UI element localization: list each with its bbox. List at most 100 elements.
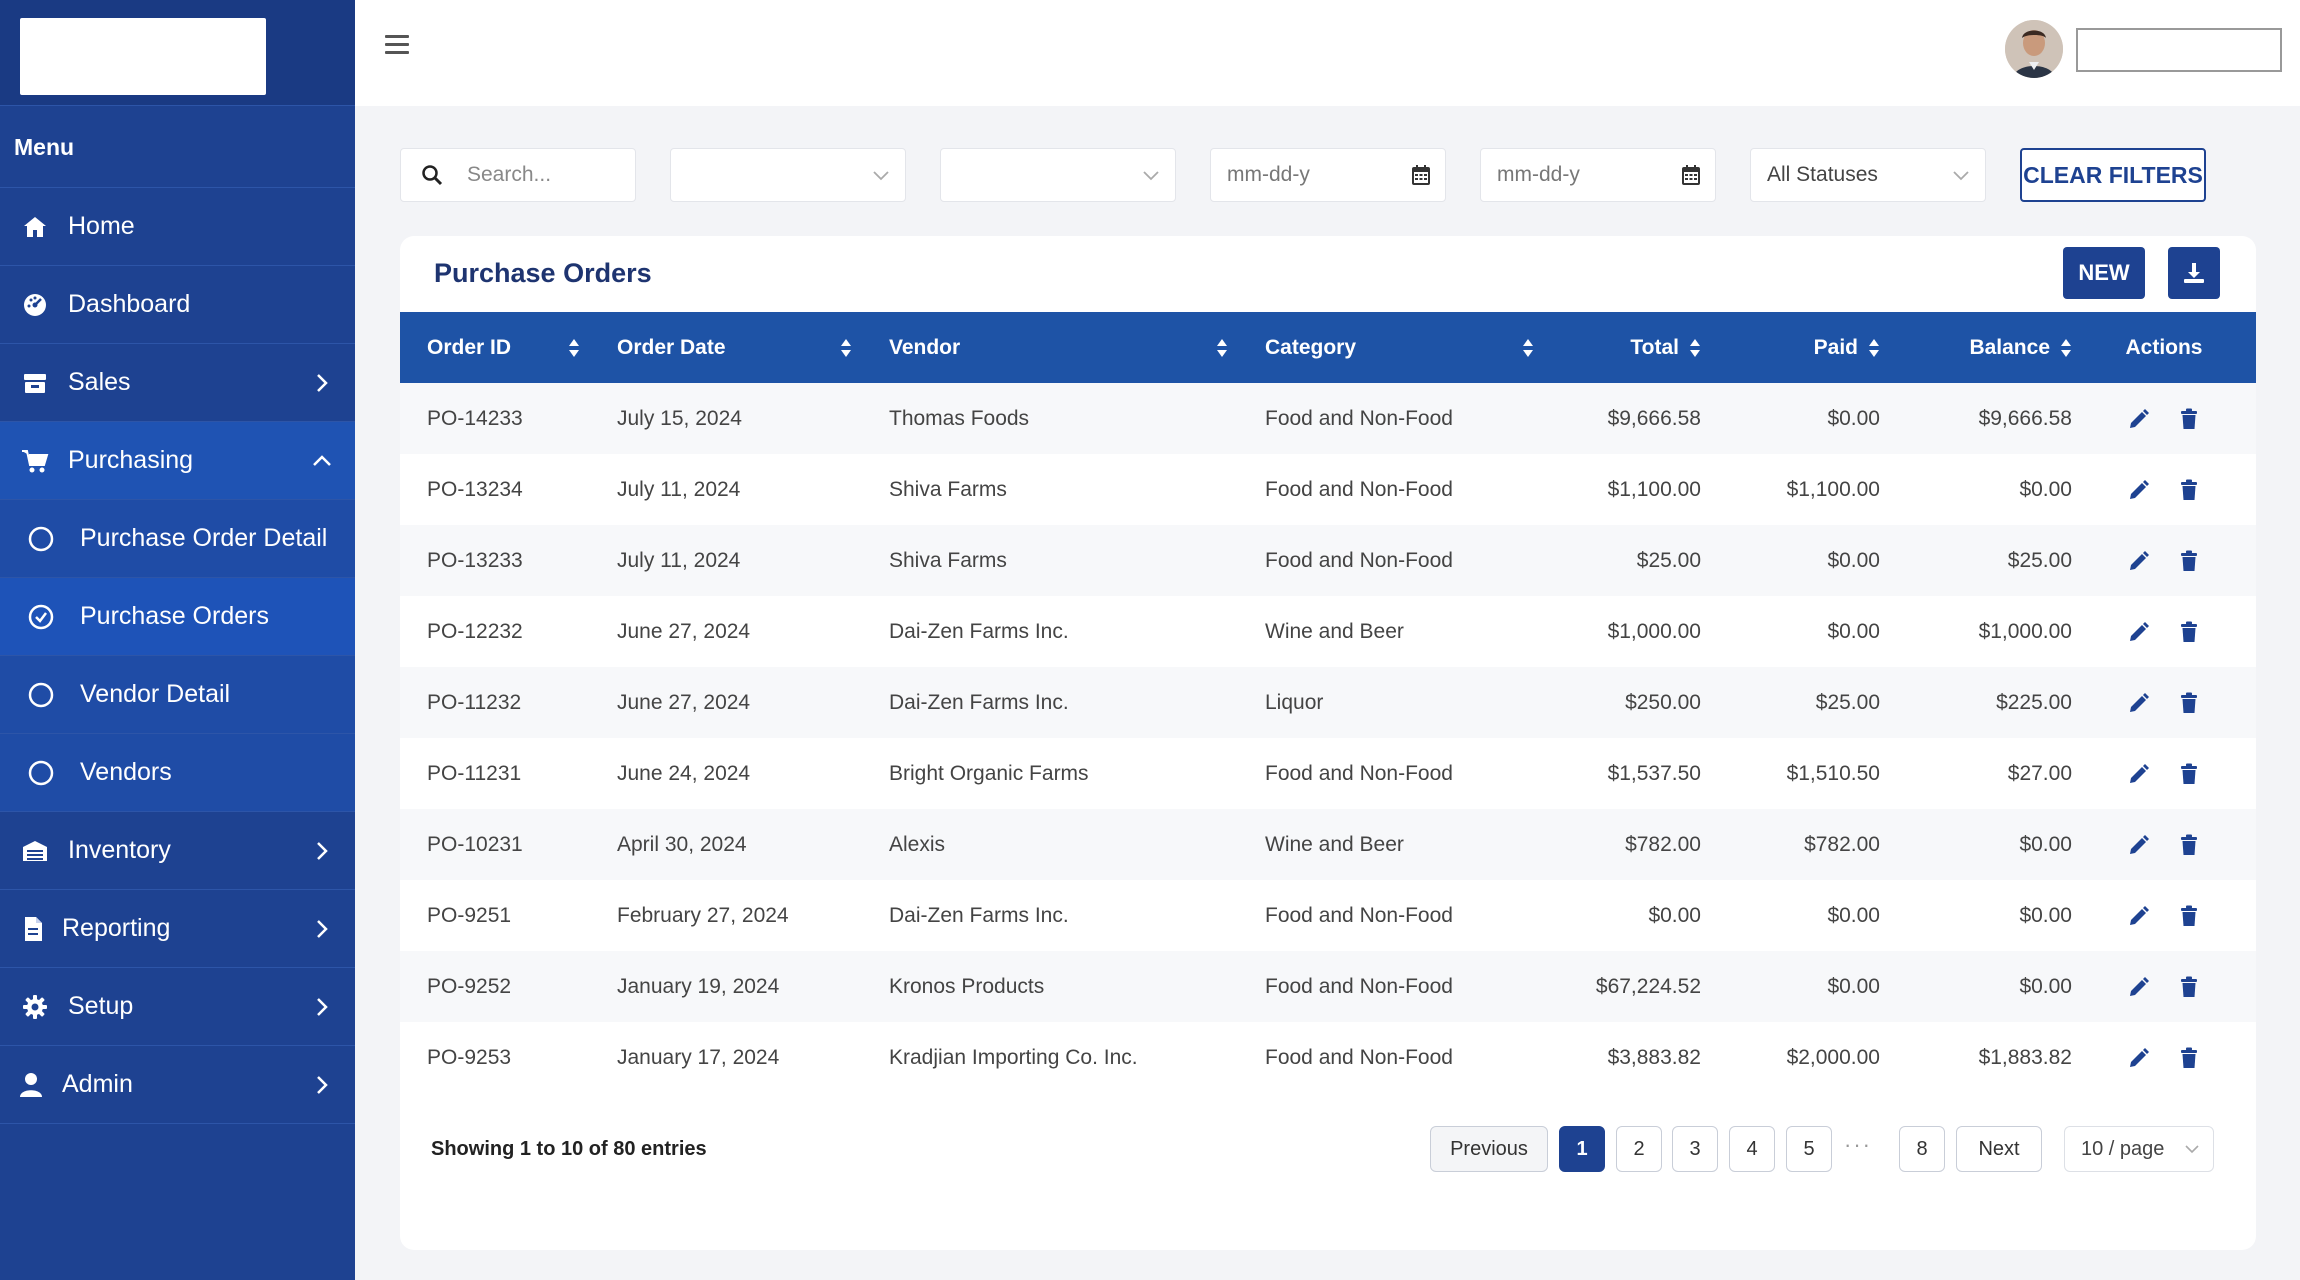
edit-icon[interactable] [2128,905,2150,927]
table-row[interactable]: PO-9252 January 19, 2024 Kronos Products Fo… [400,951,2256,1022]
trash-icon[interactable] [2178,692,2200,714]
trash-icon[interactable] [2178,763,2200,785]
cell-paid: $782.00 [1701,809,1880,880]
column-header-order-date[interactable]: Order Date [590,312,862,383]
page-button-2[interactable]: 2 [1616,1126,1662,1172]
edit-icon[interactable] [2128,1047,2150,1069]
sidebar-subitem-label: Vendor Detail [80,680,231,708]
page-button-8[interactable]: 8 [1899,1126,1945,1172]
sidebar-subitem-vendors[interactable]: Vendors [0,734,355,812]
hamburger-menu-icon[interactable] [385,35,409,59]
edit-icon[interactable] [2128,408,2150,430]
status-select[interactable]: All Statuses [1750,148,1986,202]
table-row[interactable]: PO-14233 July 15, 2024 Thomas Foods Food an… [400,383,2256,454]
sidebar-item-purchasing[interactable]: Purchasing [0,422,355,500]
table-row[interactable]: PO-13233 July 11, 2024 Shiva Farms Food and… [400,525,2256,596]
trash-icon[interactable] [2178,621,2200,643]
next-page-button[interactable]: Next [1956,1126,2042,1172]
page-button-3[interactable]: 3 [1672,1126,1718,1172]
download-button[interactable] [2168,247,2220,299]
sort-icon[interactable] [1522,338,1534,358]
vendor-name: Dai-Zen Farms Inc. [889,903,1069,927]
trash-icon[interactable] [2178,834,2200,856]
edit-icon[interactable] [2128,976,2150,998]
cell-category: Food and Non-Food [1238,525,1544,596]
sort-icon[interactable] [1868,338,1880,358]
report-icon [16,912,50,946]
column-header-paid[interactable]: Paid [1701,312,1880,383]
trash-icon[interactable] [2178,905,2200,927]
column-header-category[interactable]: Category [1238,312,1544,383]
new-button[interactable]: NEW [2063,247,2145,299]
sidebar-item-home[interactable]: Home [0,188,355,266]
chevron-down-icon [873,163,889,187]
search-input[interactable]: Search... [467,163,551,187]
cell-order-date: July 11, 2024 [590,454,862,525]
edit-icon[interactable] [2128,692,2150,714]
sidebar-item-setup[interactable]: Setup [0,968,355,1046]
cell-order-id: PO-11231 [400,738,590,809]
date-to-input[interactable]: mm-dd-y [1480,148,1716,202]
table-row[interactable]: PO-12232 June 27, 2024 Dai-Zen Farms Inc. W… [400,596,2256,667]
sort-icon[interactable] [2060,338,2072,358]
column-header-total[interactable]: Total [1544,312,1701,383]
page-button-4[interactable]: 4 [1729,1126,1775,1172]
column-header-vendor[interactable]: Vendor [862,312,1238,383]
avatar[interactable] [2005,20,2063,78]
sort-icon[interactable] [840,338,852,358]
table-row[interactable]: PO-11232 June 27, 2024 Dai-Zen Farms Inc. L… [400,667,2256,738]
sort-icon[interactable] [1689,338,1701,358]
trash-icon[interactable] [2178,976,2200,998]
page-button-1[interactable]: 1 [1559,1126,1605,1172]
clear-filters-button[interactable]: CLEAR FILTERS [2020,148,2206,202]
sidebar-item-sales[interactable]: Sales [0,344,355,422]
table-row[interactable]: PO-9251 February 27, 2024 Dai-Zen Farms In… [400,880,2256,951]
vendor-name: Shiva Farms [889,477,1007,501]
sidebar-item-reporting[interactable]: Reporting [0,890,355,968]
table-row[interactable]: PO-9253 January 17, 2024 Kradjian Importin… [400,1022,2256,1093]
edit-icon[interactable] [2128,763,2150,785]
sidebar-item-inventory[interactable]: Inventory [0,812,355,890]
table-row[interactable]: PO-13234 July 11, 2024 Shiva Farms Food and… [400,454,2256,525]
pagination-ellipsis: ··· [1844,1132,1872,1157]
logo[interactable] [20,18,266,95]
table-row[interactable]: PO-10231 April 30, 2024 Alexis Wine and Bee… [400,809,2256,880]
vendor-select[interactable] [670,148,906,202]
cell-paid: $0.00 [1701,596,1880,667]
table-row[interactable]: PO-11231 June 24, 2024 Bright Organic Farm… [400,738,2256,809]
column-header-order-id[interactable]: Order ID [400,312,590,383]
edit-icon[interactable] [2128,479,2150,501]
trash-icon[interactable] [2178,479,2200,501]
page-button-5[interactable]: 5 [1786,1126,1832,1172]
user-name-field[interactable] [2076,28,2282,72]
category-select[interactable] [940,148,1176,202]
sort-icon[interactable] [1216,338,1228,358]
edit-icon[interactable] [2128,834,2150,856]
sidebar-subitem-purchase-orders[interactable]: Purchase Orders [0,578,355,656]
trash-icon[interactable] [2178,550,2200,572]
calendar-icon[interactable] [1411,164,1431,186]
cell-actions [2072,809,2256,880]
previous-page-button[interactable]: Previous [1430,1126,1548,1172]
sort-icon[interactable] [568,338,580,358]
cell-balance: $9,666.58 [1880,383,2072,454]
vendor-name: Dai-Zen Farms Inc. [889,690,1069,714]
cell-total: $1,000.00 [1544,596,1701,667]
page-size-select[interactable]: 10 / page [2064,1126,2214,1172]
calendar-icon[interactable] [1681,164,1701,186]
sidebar-item-dashboard[interactable]: Dashboard [0,266,355,344]
search-filter[interactable]: Search... [400,148,636,202]
column-label: Category [1265,335,1357,359]
trash-icon[interactable] [2178,408,2200,430]
edit-icon[interactable] [2128,550,2150,572]
sidebar-item-admin[interactable]: Admin [0,1046,355,1124]
sidebar-subitem-purchase-order-detail[interactable]: Purchase Order Detail [0,500,355,578]
date-from-input[interactable]: mm-dd-y [1210,148,1446,202]
cell-balance: $27.00 [1880,738,2072,809]
cell-category: Food and Non-Food [1238,454,1544,525]
sidebar-subitem-vendor-detail[interactable]: Vendor Detail [0,656,355,734]
column-header-balance[interactable]: Balance [1880,312,2072,383]
trash-icon[interactable] [2178,1047,2200,1069]
total-amount: $1,000.00 [1607,619,1701,643]
edit-icon[interactable] [2128,621,2150,643]
